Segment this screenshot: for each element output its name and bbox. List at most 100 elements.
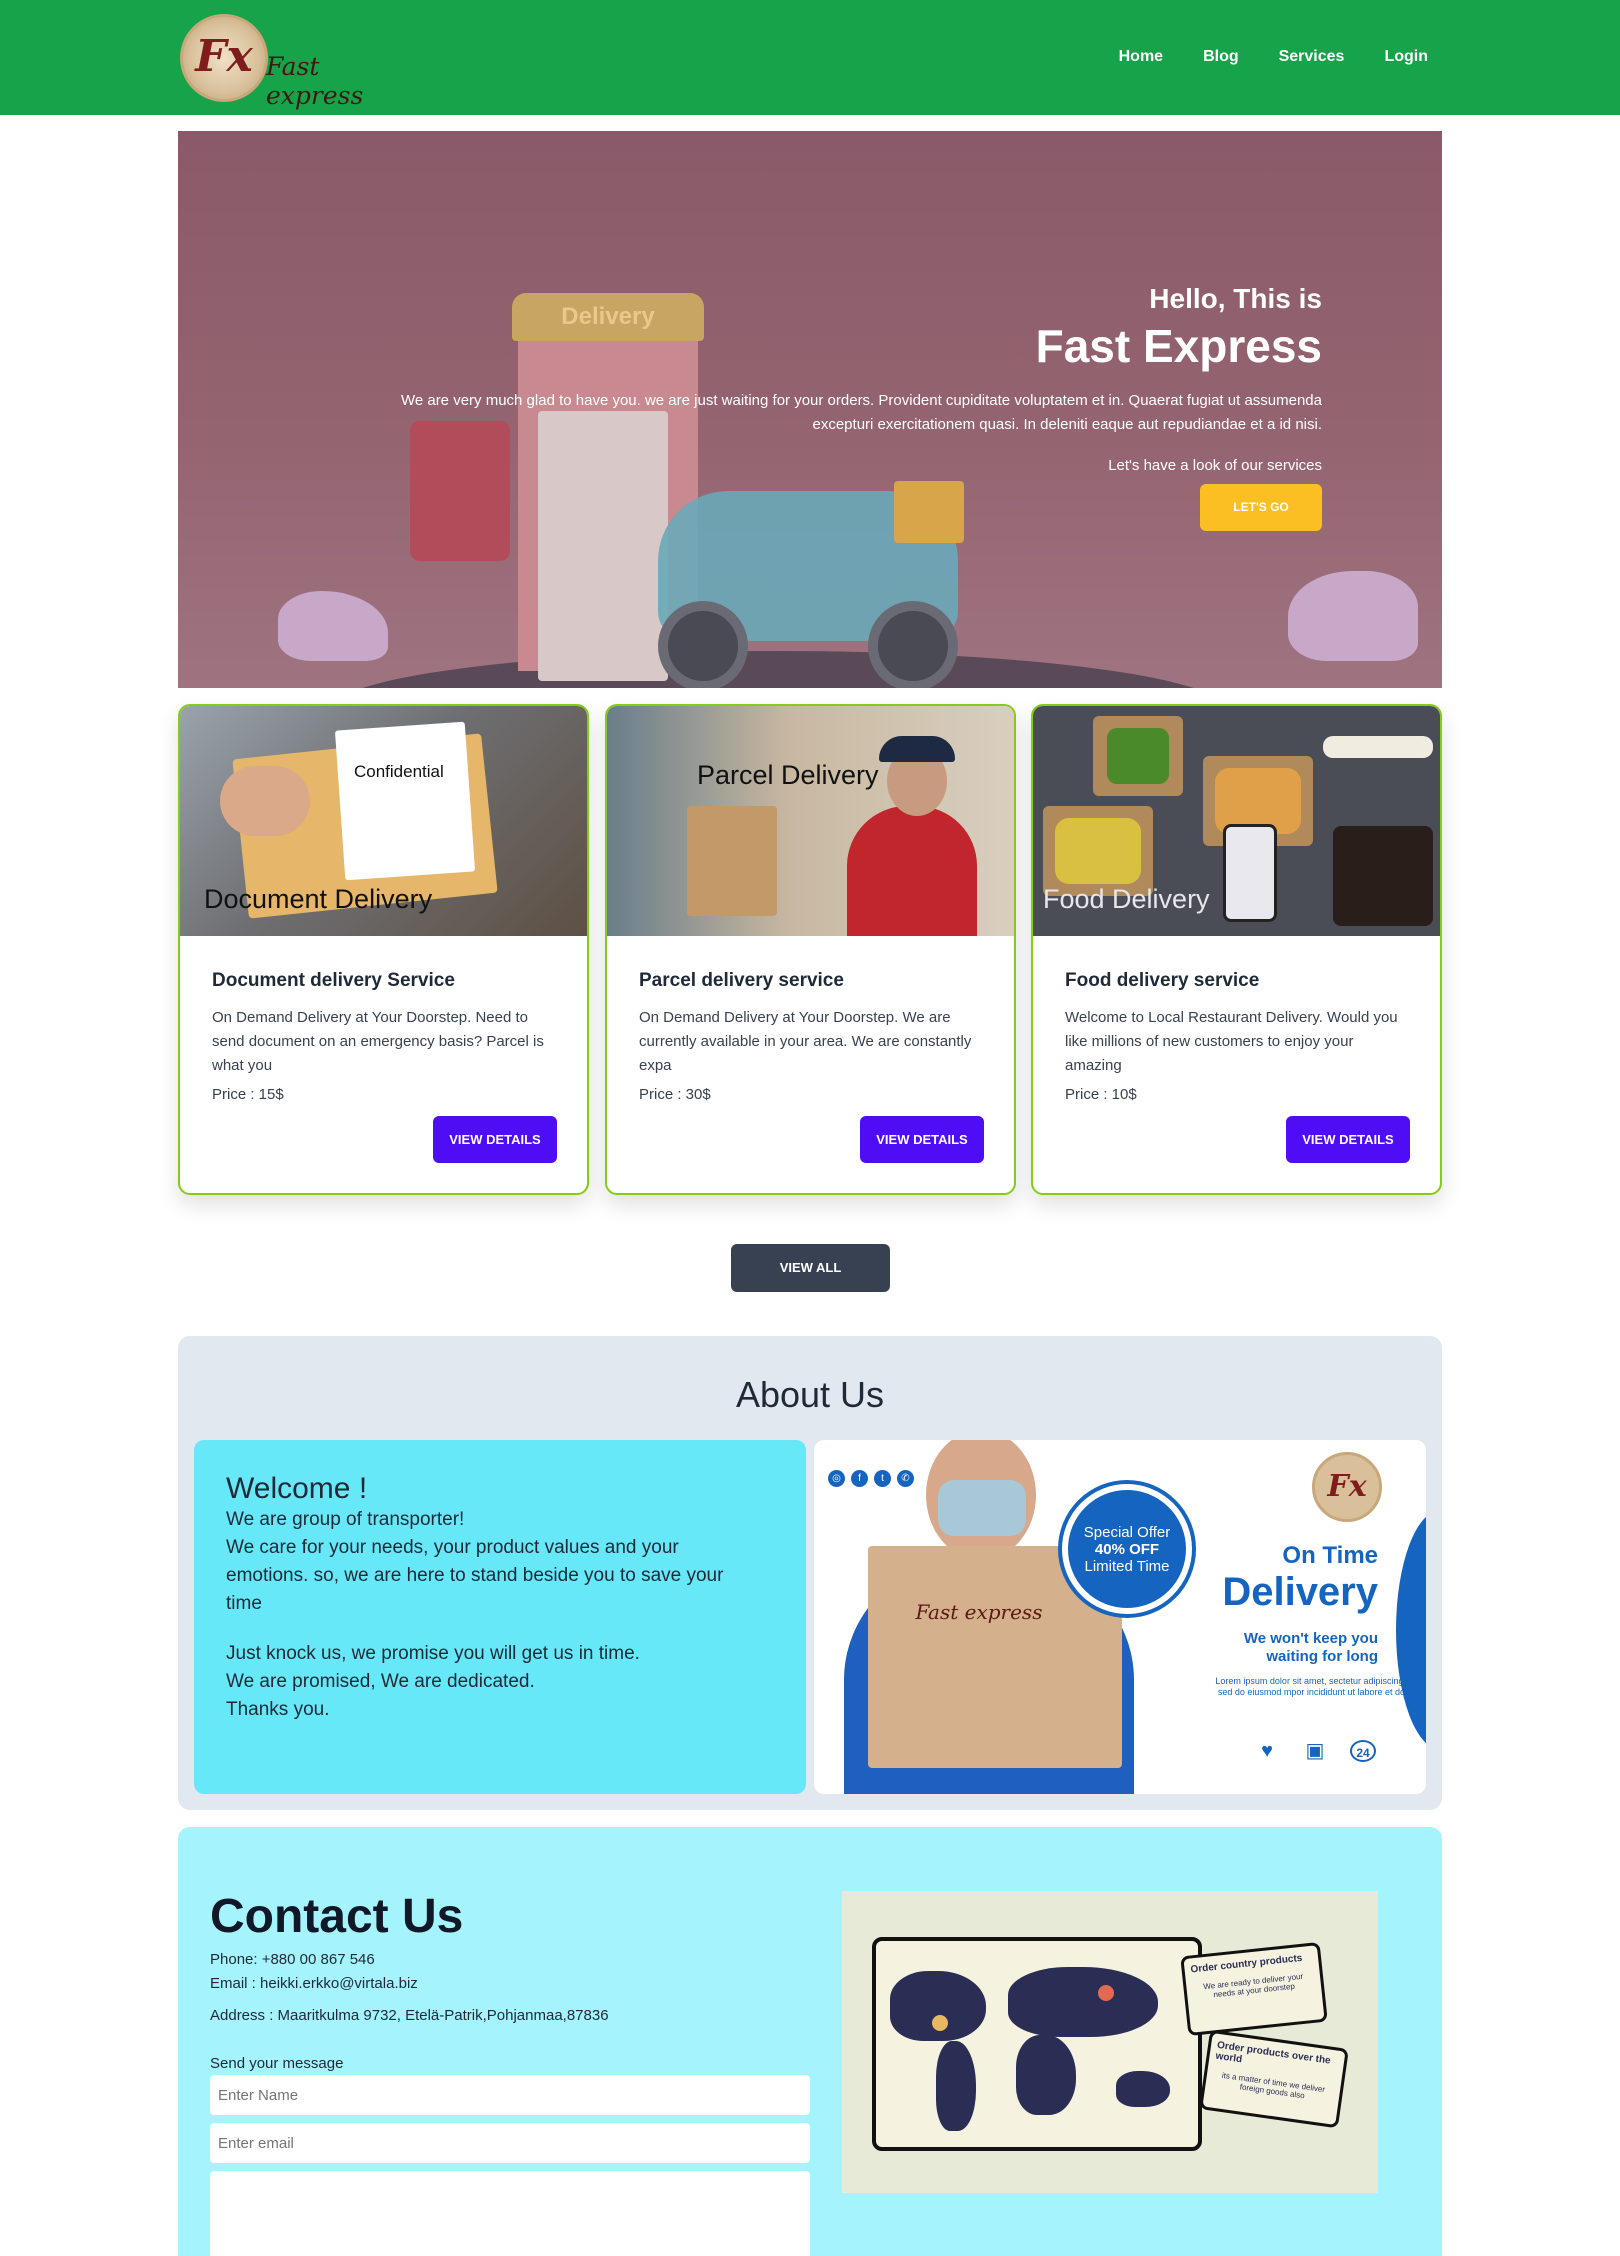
- nav-link-services[interactable]: Services: [1279, 48, 1345, 66]
- about-spacer: [226, 1618, 774, 1640]
- hero-rock-graphic: [1288, 571, 1418, 661]
- hero-text-block: Hello, This is Fast Express We are very …: [342, 283, 1322, 531]
- hero-rock-graphic: [278, 591, 388, 661]
- continent-graphic: [1116, 2071, 1170, 2107]
- view-all-button[interactable]: VIEW ALL: [731, 1244, 890, 1292]
- noodles-box-graphic: [1333, 826, 1433, 926]
- offer-line: Limited Time: [1084, 1558, 1170, 1575]
- cap-graphic: [879, 736, 955, 762]
- promo-image: ◎ f t ✆ Fast express Special Offer 40% O…: [814, 1440, 1426, 1794]
- paper-graphic: [334, 721, 476, 881]
- continent-graphic: [1008, 1967, 1158, 2037]
- about-line: emotions. so, we are here to stand besid…: [226, 1565, 724, 1586]
- support-24-icon: 24: [1350, 1740, 1376, 1762]
- service-title: Parcel delivery service: [639, 970, 844, 991]
- service-image-food: Food Delivery: [1033, 706, 1440, 936]
- wheel-icon: [658, 601, 748, 688]
- view-details-button[interactable]: VIEW DETAILS: [1286, 1116, 1410, 1163]
- contact-phone: Phone: +880 00 867 546: [210, 1951, 375, 1968]
- service-price: Price : 30$: [639, 1086, 711, 1103]
- message-textarea[interactable]: [210, 2171, 810, 2256]
- parcel-brand: Fast express: [915, 1600, 1043, 1624]
- continent-graphic: [1016, 2035, 1076, 2115]
- form-label: Send your message: [210, 2055, 344, 2072]
- brand-name: Fast express: [266, 52, 364, 110]
- special-offer-badge: Special Offer 40% OFF Limited Time: [1062, 1484, 1192, 1614]
- courier-graphic: [847, 806, 977, 936]
- service-image-label: Document Delivery: [204, 884, 433, 914]
- about-line: time: [226, 1593, 262, 1614]
- service-card-parcel: Parcel Delivery Parcel delivery service …: [605, 704, 1016, 1195]
- nav-link-login[interactable]: Login: [1384, 48, 1428, 66]
- about-line: We are group of transporter!: [226, 1509, 465, 1530]
- offer-discount: 40% OFF: [1094, 1541, 1160, 1558]
- map-pin-icon: [1098, 1985, 1114, 2001]
- promo-tagline-line: We won't keep you: [1243, 1630, 1378, 1647]
- vegetables-graphic: [1107, 728, 1169, 784]
- instagram-icon: ◎: [828, 1470, 845, 1487]
- view-details-button[interactable]: VIEW DETAILS: [860, 1116, 984, 1163]
- about-line: We care for your needs, your product val…: [226, 1537, 679, 1558]
- hand-heart-icon: ♥: [1261, 1740, 1273, 1762]
- service-image-document: Confidential Document Delivery: [180, 706, 587, 936]
- hero-description: We are very much glad to have you. we ar…: [342, 389, 1322, 437]
- service-title: Food delivery service: [1065, 970, 1260, 991]
- map-pin-icon: [932, 2015, 948, 2031]
- phone-icon: [1223, 824, 1277, 922]
- service-card-food: Food Delivery Food delivery service Welc…: [1031, 704, 1442, 1195]
- email-input[interactable]: [210, 2123, 810, 2163]
- promo-heading-small: On Time: [1282, 1542, 1378, 1569]
- promo-heading-big: Delivery: [1222, 1570, 1378, 1614]
- hero-title: Fast Express: [1035, 320, 1322, 372]
- nav-menu: Home Blog Services Login: [1119, 48, 1428, 66]
- hand-graphic: [220, 766, 310, 836]
- social-icons: ◎ f t ✆: [828, 1470, 914, 1487]
- service-price: Price : 15$: [212, 1086, 284, 1103]
- wheel-icon: [868, 601, 958, 688]
- lets-go-button[interactable]: LET'S GO: [1200, 484, 1322, 531]
- promo-tagline: We won't keep you waiting for long: [1244, 1630, 1378, 1666]
- nav-link-blog[interactable]: Blog: [1203, 48, 1239, 66]
- hero-road-graphic: [328, 651, 1228, 688]
- facebook-icon: f: [851, 1470, 868, 1487]
- logo-mark: Fx: [195, 31, 253, 82]
- service-description: On Demand Delivery at Your Doorstep. We …: [639, 1009, 972, 1074]
- contact-section: Contact Us Phone: +880 00 867 546 Email …: [178, 1827, 1442, 2256]
- service-image-label: Food Delivery: [1043, 884, 1210, 914]
- hero-description-line: excepturi exercitationem quasi. In delen…: [812, 416, 1323, 433]
- service-card-body: Document delivery Service On Demand Deli…: [212, 970, 557, 1103]
- map-note: Order country products We are ready to d…: [1180, 1941, 1328, 2037]
- service-image-label: Parcel Delivery: [697, 760, 879, 790]
- promo-logo: Fx: [1312, 1452, 1382, 1522]
- brand-logo[interactable]: Fx Fast express: [178, 8, 408, 110]
- service-description: Welcome to Local Restaurant Delivery. Wo…: [1065, 1009, 1398, 1074]
- rice-graphic: [1055, 818, 1141, 884]
- contact-address: Address : Maaritkulma 9732, Etelä-Patrik…: [210, 2007, 609, 2024]
- logo-badge-icon: Fx: [180, 14, 268, 102]
- view-details-button[interactable]: VIEW DETAILS: [433, 1116, 557, 1163]
- name-input[interactable]: [210, 2075, 810, 2115]
- promo-arc-graphic: [1396, 1510, 1426, 1750]
- continent-graphic: [936, 2041, 976, 2131]
- about-line: Thanks you.: [226, 1699, 330, 1720]
- service-price: Price : 10$: [1065, 1086, 1137, 1103]
- about-section: About Us Welcome ! We are group of trans…: [178, 1336, 1442, 1810]
- twitter-icon: t: [874, 1470, 891, 1487]
- service-card-body: Food delivery service Welcome to Local R…: [1065, 970, 1410, 1103]
- service-description: On Demand Delivery at Your Doorstep. Nee…: [212, 1009, 544, 1074]
- whatsapp-icon: ✆: [897, 1470, 914, 1487]
- hero-greeting: Hello, This is: [1149, 283, 1322, 314]
- face-mask-graphic: [938, 1480, 1026, 1536]
- map-frame: [872, 1937, 1202, 2151]
- truck-icon: ▣: [1305, 1740, 1325, 1762]
- hero-description-line: We are very much glad to have you. we ar…: [400, 392, 1322, 409]
- service-card-document: Confidential Document Delivery Document …: [178, 704, 589, 1195]
- service-title: Document delivery Service: [212, 970, 455, 991]
- offer-line: Special Offer: [1083, 1524, 1171, 1541]
- about-text-panel: Welcome ! We are group of transporter! W…: [194, 1440, 806, 1794]
- promo-tagline-line: waiting for long: [1266, 1648, 1378, 1665]
- nav-link-home[interactable]: Home: [1119, 48, 1163, 66]
- confidential-label: Confidential: [354, 762, 444, 781]
- about-welcome: Welcome !: [226, 1472, 368, 1505]
- map-note: Order products over the world its a matt…: [1199, 2029, 1349, 2129]
